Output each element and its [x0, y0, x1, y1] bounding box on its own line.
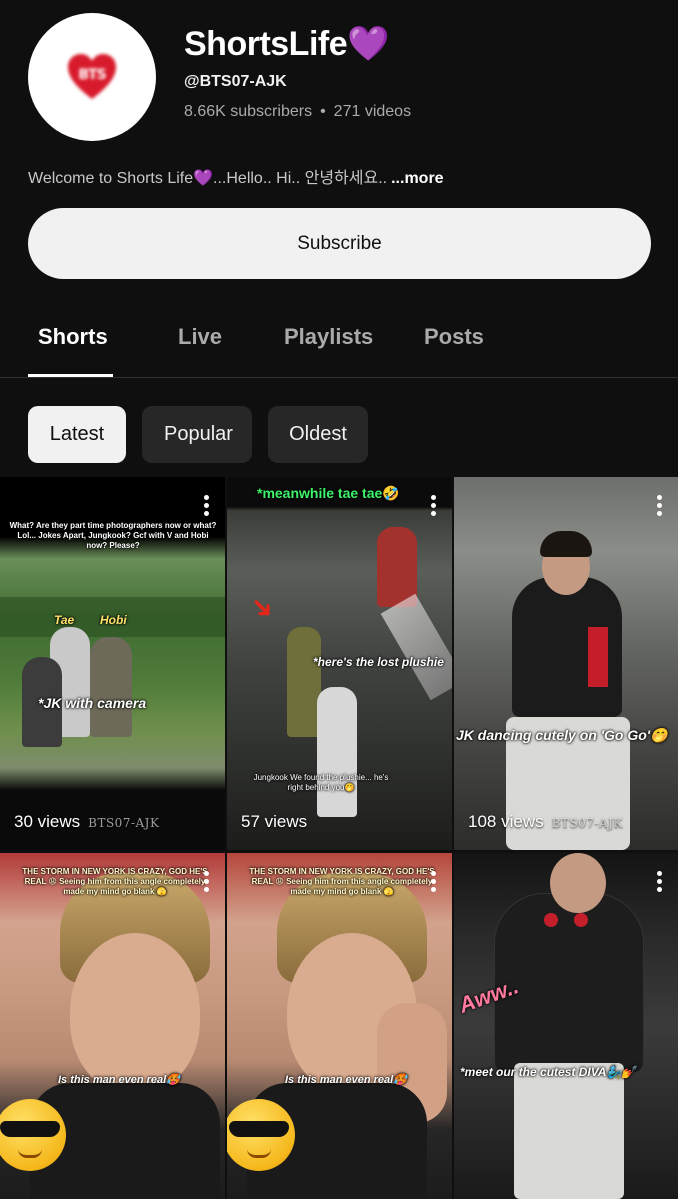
short-label: *meet our the cutest DIVA🧞‍♂️💅	[460, 1065, 637, 1079]
channel-avatar[interactable]: BTS	[28, 13, 156, 141]
tab-posts[interactable]: Posts	[424, 324, 484, 350]
short-label: *here's the lost plushie	[313, 655, 444, 669]
short-thumbnail[interactable]: What? Are they part time photographers n…	[0, 477, 225, 850]
more-options-icon[interactable]	[203, 495, 209, 516]
channel-tabs: Shorts Live Playlists Posts	[0, 308, 678, 378]
tab-shorts[interactable]: Shorts	[38, 324, 108, 350]
short-top-text: THE STORM IN NEW YORK IS CRAZY, GOD HE'S…	[22, 867, 208, 896]
short-thumbnail[interactable]: *meanwhile tae tae🤣 ➜ *here's the lost p…	[227, 477, 452, 850]
short-label: *JK with camera	[38, 695, 147, 711]
short-top-text: THE STORM IN NEW YORK IS CRAZY, GOD HE'S…	[249, 867, 435, 896]
heart-logo-icon: BTS	[66, 53, 118, 101]
watermark-text: BTS07-AJK	[551, 816, 623, 830]
short-label: Is this man even real🥵	[285, 1074, 407, 1086]
view-count: 57 views	[241, 812, 308, 831]
more-options-icon[interactable]	[430, 495, 436, 516]
video-count: 271 videos	[333, 103, 412, 120]
more-options-icon[interactable]	[203, 871, 209, 892]
tab-playlists[interactable]: Playlists	[284, 324, 373, 350]
stats-separator: •	[320, 103, 326, 120]
chip-latest[interactable]: Latest	[28, 406, 126, 463]
channel-page: BTS ShortsLife💜 @BTS07-AJK 8.66K subscri…	[0, 0, 678, 1199]
avatar-mark: BTS	[78, 67, 106, 84]
subscriber-count: 8.66K subscribers	[184, 103, 313, 120]
short-label: Hobi	[100, 613, 127, 627]
more-options-icon[interactable]	[656, 495, 662, 516]
short-top-text: *meanwhile tae tae🤣	[257, 485, 400, 501]
tab-live[interactable]: Live	[178, 324, 222, 350]
more-options-icon[interactable]	[430, 871, 436, 892]
short-thumbnail[interactable]: Aww.. *meet our the cutest DIVA🧞‍♂️💅	[454, 853, 678, 1199]
short-label: Is this man even real🥵	[58, 1074, 180, 1086]
watermark-text: BTS07-AJK	[88, 816, 160, 830]
short-label: Tae	[54, 613, 75, 627]
channel-stats: 8.66K subscribers • 271 videos	[184, 103, 411, 121]
short-label: JK dancing cutely on 'Go Go'🤭	[456, 727, 668, 743]
view-count: 108 views BTS07-AJK	[468, 812, 623, 831]
view-count: 30 views BTS07-AJK	[14, 812, 160, 831]
short-label: Jungkook We found the plushie... he's ri…	[253, 773, 389, 792]
channel-handle: @BTS07-AJK	[184, 73, 287, 90]
more-options-icon[interactable]	[656, 871, 662, 892]
more-link[interactable]: ...more	[391, 170, 443, 187]
channel-name: ShortsLife💜	[184, 25, 389, 63]
description-text: Welcome to Shorts Life💜...Hello.. Hi.. 안…	[28, 170, 388, 187]
short-thumbnail[interactable]: JK dancing cutely on 'Go Go'🤭 108 views B…	[454, 477, 678, 850]
chip-oldest[interactable]: Oldest	[268, 406, 368, 463]
chip-popular[interactable]: Popular	[142, 406, 252, 463]
short-top-text: What? Are they part time photographers n…	[9, 521, 217, 550]
subscribe-button[interactable]: Subscribe	[28, 208, 651, 279]
short-thumbnail[interactable]: THE STORM IN NEW YORK IS CRAZY, GOD HE'S…	[227, 853, 452, 1199]
short-thumbnail[interactable]: THE STORM IN NEW YORK IS CRAZY, GOD HE'S…	[0, 853, 225, 1199]
channel-description[interactable]: Welcome to Shorts Life💜...Hello.. Hi.. 안…	[28, 164, 658, 188]
active-tab-indicator	[28, 374, 113, 377]
